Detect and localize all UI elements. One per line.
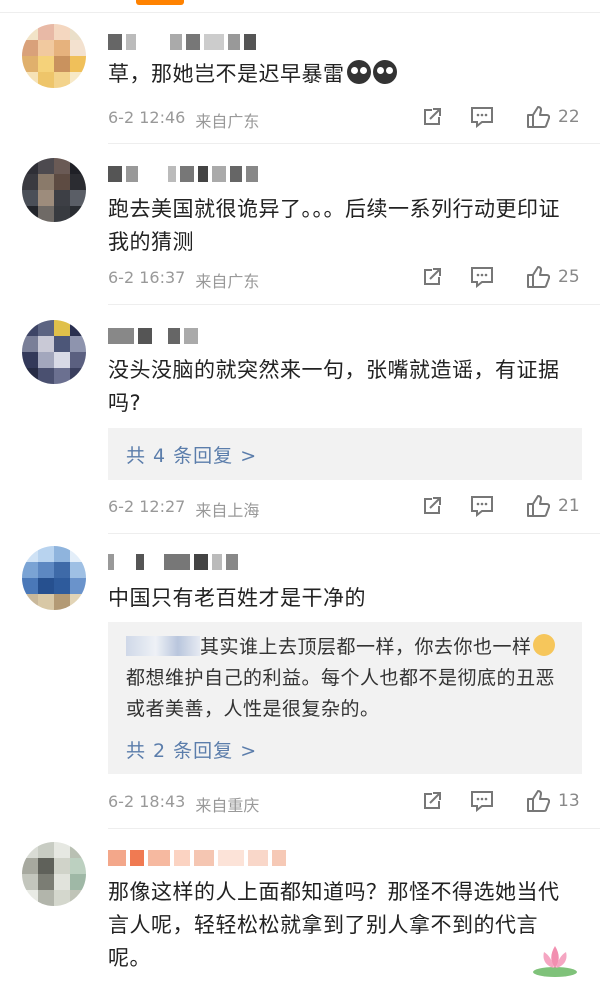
like-icon — [527, 495, 550, 517]
like-icon — [527, 106, 550, 128]
comment-icon — [471, 496, 493, 517]
share-icon — [424, 497, 441, 514]
comment-location: 来自上海 — [195, 501, 260, 520]
crying-face-emoji — [346, 60, 371, 84]
avatar[interactable] — [22, 158, 86, 222]
username-blurred[interactable] — [108, 164, 258, 184]
comment-time: 6-2 18:43 — [108, 792, 186, 811]
share-button[interactable] — [420, 790, 470, 812]
comment-time: 6-2 12:27 — [108, 497, 186, 516]
like-count: 25 — [558, 267, 580, 287]
comment-location: 来自广东 — [195, 112, 260, 131]
avatar[interactable] — [22, 546, 86, 610]
like-count: 13 — [558, 791, 580, 811]
share-icon — [424, 792, 441, 809]
like-button[interactable]: 25 — [526, 265, 580, 289]
divider — [108, 828, 600, 829]
like-count: 21 — [558, 496, 580, 516]
lotus-sticker-icon — [533, 946, 577, 977]
tab-indicator — [136, 0, 184, 5]
avatar[interactable] — [22, 320, 86, 384]
username-blurred[interactable] — [108, 32, 256, 52]
comment-button[interactable] — [470, 790, 526, 812]
like-count: 22 — [558, 107, 580, 127]
share-button[interactable] — [420, 266, 470, 288]
reply-box[interactable]: 其实谁上去顶层都一样，你去你也一样都想维护自己的利益。每个人也都不是彻底的丑恶或… — [108, 622, 582, 774]
divider — [108, 533, 600, 534]
view-replies-link[interactable]: 共 4 条回复 > — [126, 441, 257, 468]
comment-meta: 6-2 12:46 来自广东 — [108, 108, 259, 132]
reply-preview: 其实谁上去顶层都一样，你去你也一样都想维护自己的利益。每个人也都不是彻底的丑恶或… — [126, 634, 556, 720]
comment-icon — [471, 791, 493, 812]
comment-location: 来自重庆 — [195, 796, 260, 815]
comment-location: 来自广东 — [195, 272, 260, 291]
share-icon — [424, 108, 441, 125]
username-blurred[interactable] — [108, 848, 286, 868]
divider — [108, 143, 600, 144]
reply-author-blurred[interactable] — [126, 636, 200, 656]
comment-actions: 13 — [420, 789, 590, 813]
comment-button[interactable] — [470, 266, 526, 288]
comment-meta: 6-2 16:37 来自广东 — [108, 268, 259, 292]
comment-text: 没头没脑的就突然来一句，张嘴就造谣，有证据吗? — [108, 358, 560, 415]
comment-meta: 6-2 18:43 来自重庆 — [108, 792, 259, 816]
comment-time: 6-2 12:46 — [108, 108, 186, 127]
share-icon — [424, 268, 441, 285]
like-button[interactable]: 21 — [526, 494, 580, 518]
comment-text: 草，那她岂不是迟早暴雷 — [108, 58, 578, 91]
comment-time: 6-2 16:37 — [108, 268, 186, 287]
comment-button[interactable] — [470, 106, 526, 128]
crying-face-emoji — [372, 60, 397, 84]
username-blurred[interactable] — [108, 552, 238, 572]
comment-actions: 21 — [420, 494, 590, 518]
share-button[interactable] — [420, 106, 470, 128]
cat-emoji — [532, 634, 555, 656]
comment-meta: 6-2 12:27 来自上海 — [108, 497, 259, 521]
comment-text: 中国只有老百姓才是干净的 — [108, 586, 366, 610]
comment-icon — [471, 107, 493, 128]
like-button[interactable]: 22 — [526, 105, 580, 129]
like-button[interactable]: 13 — [526, 789, 580, 813]
avatar[interactable] — [22, 842, 86, 906]
comment-icon — [471, 267, 493, 288]
like-icon — [527, 266, 550, 288]
share-button[interactable] — [420, 495, 470, 517]
comment-button[interactable] — [470, 495, 526, 517]
comment-actions: 25 — [420, 265, 590, 289]
comment-text: 跑去美国就很诡异了。。。后续一系列行动更印证我的猜测 — [108, 197, 560, 254]
username-blurred[interactable] — [108, 326, 198, 346]
like-icon — [527, 790, 550, 812]
view-replies-link[interactable]: 共 2 条回复 > — [126, 736, 257, 763]
top-divider — [0, 12, 600, 13]
divider — [108, 304, 600, 305]
comment-text: 那像这样的人上面都知道吗？那怪不得选她当代言人呢，轻轻松松就拿到了别人拿不到的代… — [108, 880, 560, 970]
avatar[interactable] — [22, 24, 86, 88]
reply-box[interactable]: 共 4 条回复 > — [108, 428, 582, 480]
comment-actions: 22 — [420, 105, 590, 129]
